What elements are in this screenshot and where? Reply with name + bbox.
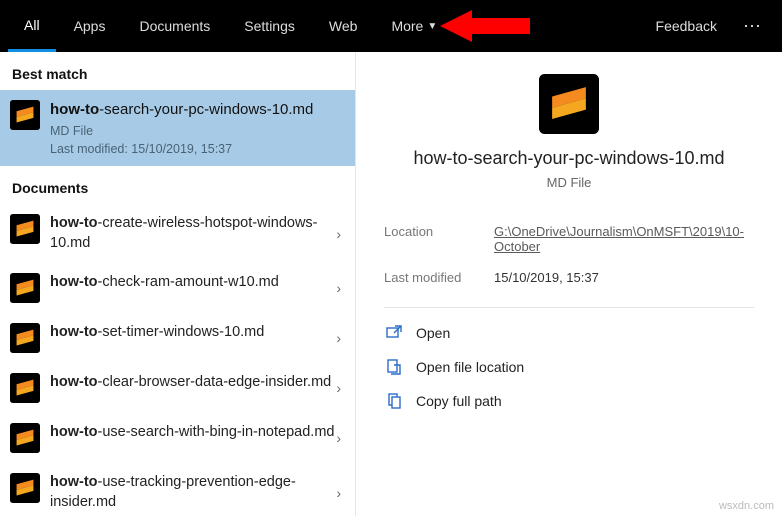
meta-label: Location xyxy=(384,224,494,254)
result-title: how-to-search-your-pc-windows-10.md xyxy=(50,100,343,120)
chevron-right-icon: › xyxy=(336,280,341,296)
tab-more-label: More xyxy=(391,18,423,34)
tab-web[interactable]: Web xyxy=(313,0,374,52)
chevron-right-icon: › xyxy=(336,430,341,446)
folder-icon xyxy=(386,359,402,375)
action-label: Open xyxy=(416,325,450,341)
result-title: how-to-create-wireless-hotspot-windows-1… xyxy=(50,214,343,253)
preview-file-icon xyxy=(539,74,599,134)
sublime-file-icon xyxy=(10,100,40,130)
sublime-file-icon xyxy=(10,373,40,403)
tab-documents[interactable]: Documents xyxy=(123,0,226,52)
result-modified: Last modified: 15/10/2019, 15:37 xyxy=(50,142,343,156)
result-document[interactable]: how-to-set-timer-windows-10.md › xyxy=(0,313,355,363)
sublime-file-icon xyxy=(10,273,40,303)
open-icon xyxy=(386,325,402,341)
action-label: Open file location xyxy=(416,359,524,375)
tab-apps[interactable]: Apps xyxy=(58,0,122,52)
result-title: how-to-use-search-with-bing-in-notepad.m… xyxy=(50,423,343,443)
result-best-match[interactable]: how-to-search-your-pc-windows-10.md MD F… xyxy=(0,90,355,166)
result-document[interactable]: how-to-use-search-with-bing-in-notepad.m… xyxy=(0,413,355,463)
watermark: wsxdn.com xyxy=(719,500,774,512)
filter-tabs: All Apps Documents Settings Web More ▼ xyxy=(8,0,453,52)
result-document[interactable]: how-to-create-wireless-hotspot-windows-1… xyxy=(0,204,355,263)
result-document[interactable]: how-to-use-tracking-prevention-edge-insi… xyxy=(0,463,355,516)
meta-value: 15/10/2019, 15:37 xyxy=(494,270,754,285)
result-title: how-to-use-tracking-prevention-edge-insi… xyxy=(50,473,343,512)
section-best-match: Best match xyxy=(0,52,355,90)
location-link[interactable]: G:\OneDrive\Journalism\OnMSFT\2019\10-Oc… xyxy=(494,224,754,254)
chevron-right-icon: › xyxy=(336,380,341,396)
chevron-down-icon: ▼ xyxy=(427,21,437,32)
annotation-red-arrow xyxy=(440,10,530,42)
sublime-file-icon xyxy=(10,214,40,244)
action-open-location[interactable]: Open file location xyxy=(384,350,754,384)
copy-icon xyxy=(386,393,402,409)
meta-label: Last modified xyxy=(384,270,494,285)
sublime-file-icon xyxy=(10,473,40,503)
sublime-file-icon xyxy=(10,423,40,453)
section-documents: Documents xyxy=(0,166,355,204)
chevron-right-icon: › xyxy=(336,485,341,501)
action-open[interactable]: Open xyxy=(384,316,754,350)
meta-modified: Last modified 15/10/2019, 15:37 xyxy=(384,262,754,293)
preview-type: MD File xyxy=(384,175,754,190)
chevron-right-icon: › xyxy=(336,226,341,242)
action-label: Copy full path xyxy=(416,393,502,409)
feedback-link[interactable]: Feedback xyxy=(642,18,731,34)
tab-settings[interactable]: Settings xyxy=(228,0,311,52)
result-type: MD File xyxy=(50,124,343,138)
results-panel: Best match how-to-search-your-pc-windows… xyxy=(0,52,356,516)
chevron-right-icon: › xyxy=(336,330,341,346)
result-title: how-to-check-ram-amount-w10.md xyxy=(50,273,343,293)
top-bar: All Apps Documents Settings Web More ▼ F… xyxy=(0,0,782,52)
sublime-file-icon xyxy=(10,323,40,353)
meta-location: Location G:\OneDrive\Journalism\OnMSFT\2… xyxy=(384,216,754,262)
divider xyxy=(384,307,754,308)
preview-title: how-to-search-your-pc-windows-10.md xyxy=(384,148,754,169)
action-copy-path[interactable]: Copy full path xyxy=(384,384,754,418)
result-document[interactable]: how-to-check-ram-amount-w10.md › xyxy=(0,263,355,313)
preview-panel: how-to-search-your-pc-windows-10.md MD F… xyxy=(356,52,782,516)
result-title: how-to-set-timer-windows-10.md xyxy=(50,323,343,343)
tab-all[interactable]: All xyxy=(8,0,56,52)
result-title: how-to-clear-browser-data-edge-insider.m… xyxy=(50,373,343,393)
more-menu-icon[interactable]: ⋯ xyxy=(731,16,774,37)
result-document[interactable]: how-to-clear-browser-data-edge-insider.m… xyxy=(0,363,355,413)
